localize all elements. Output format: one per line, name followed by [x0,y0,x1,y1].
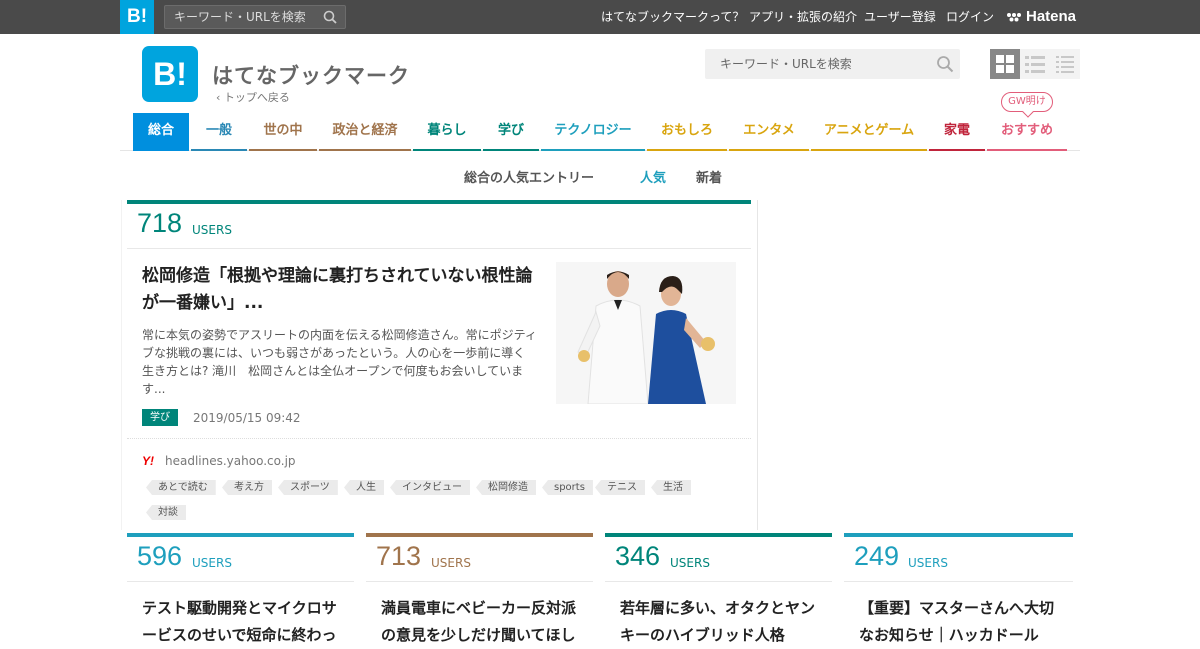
tag-item[interactable]: 松岡修造 [476,480,536,495]
entry-users-count[interactable]: 713 [376,541,421,572]
hatena-dots-icon [1007,13,1021,22]
main-search-input[interactable]: キーワード・URLを検索 [705,49,960,79]
entry-divider [844,581,1073,582]
main-search-placeholder: キーワード・URLを検索 [720,57,852,71]
entry-divider [366,581,593,582]
entry-title[interactable]: 満員電車にベビーカー反対派の意見を少しだけ聞いてほし [381,595,581,649]
global-search-placeholder: キーワード・URLを検索 [174,10,306,24]
entry-users-count[interactable]: 249 [854,541,899,572]
category-tab-fun[interactable]: おもしろ [647,113,727,151]
list-view-button[interactable] [1020,49,1050,79]
grid-view-icon [996,55,1014,73]
entry-users-label: USERS [192,556,232,570]
apps-link[interactable]: アプリ・拡張の紹介 [749,0,857,34]
category-tab-recommend[interactable]: おすすめ [987,113,1067,151]
entry-users-count[interactable]: 596 [137,541,182,572]
category-tab-general[interactable]: 総合 [133,113,189,151]
feature-divider [127,248,751,249]
global-search-input[interactable]: キーワード・URLを検索 [164,5,346,29]
new-tab[interactable]: 新着 [696,167,722,186]
entry-divider [605,581,832,582]
yahoo-favicon-icon: Y! [142,454,154,468]
entry-divider [127,581,354,582]
entry-card-bar [127,533,354,537]
entry-card-bar [844,533,1073,537]
signup-link[interactable]: ユーザー登録 [864,0,936,34]
entry-title[interactable]: 若年層に多い、オタクとヤンキーのハイブリッド人格 [620,595,820,649]
search-icon[interactable] [323,10,337,24]
hatena-bookmark-small-logo[interactable]: B! [120,0,154,34]
global-header: B! キーワード・URLを検索 はてなブックマークって？ アプリ・拡張の紹介 ユ… [0,0,1200,34]
popular-tab[interactable]: 人気 [640,167,666,186]
tag-item[interactable]: 生活 [651,480,691,495]
entry-card-bar [366,533,593,537]
feature-category-label[interactable]: 学び [142,409,178,426]
entry-users-count[interactable]: 346 [615,541,660,572]
grid-view-button[interactable] [990,49,1020,79]
feature-date: 2019/05/15 09:42 [193,411,301,425]
tag-item[interactable]: テニス [595,480,645,495]
category-tab-social[interactable]: 世の中 [249,113,317,151]
entry-title[interactable]: テスト駆動開発とマイクロサービスのせいで短命に終わっ [142,595,342,649]
search-icon[interactable] [936,55,954,73]
entry-users-label: USERS [908,556,948,570]
tag-item[interactable]: インタビュー [390,480,470,495]
feature-domain-link[interactable]: headlines.yahoo.co.jp [165,454,296,468]
feature-thumbnail-image[interactable] [556,262,736,404]
hatena-bookmark-logo[interactable]: B! [142,46,198,102]
list-view-icon [1025,56,1045,73]
hatena-logo-text: Hatena [1026,8,1077,25]
entry-title[interactable]: 【重要】マスターさんへ大切なお知らせ｜ハッカドール [859,595,1059,649]
entry-users-label: USERS [670,556,710,570]
entry-card-bar [605,533,832,537]
tag-item[interactable]: スポーツ [278,480,338,495]
hatena-logo[interactable]: Hatena [1006,0,1076,34]
category-tab-life[interactable]: 暮らし [413,113,481,151]
tag-item[interactable]: 考え方 [222,480,272,495]
feature-description: 常に本気の姿勢でアスリートの内面を伝える松岡修造さん。常にポジティブな挑戦の裏に… [142,328,537,396]
category-tab-it[interactable]: テクノロジー [541,113,645,151]
gw-badge: GW明け [1001,92,1053,112]
category-tab-economics[interactable]: 政治と経済 [319,113,411,151]
category-tab-game[interactable]: アニメとゲーム [811,113,927,151]
tag-item[interactable]: sports [542,480,593,495]
feature-users-count[interactable]: 718 [137,208,182,239]
feature-category-bar [127,200,751,204]
category-tab-entertainment[interactable]: エンタメ [729,113,809,151]
feature-title[interactable]: 松岡修造「根拠や理論に裏打ちされていない根性論が一番嫌い」... [142,263,544,317]
category-tab-ippan[interactable]: 一般 [191,113,247,151]
category-tab-kaden[interactable]: 家電 [929,113,985,151]
entry-users-label: USERS [431,556,471,570]
about-link[interactable]: はてなブックマークって？ [601,0,744,34]
tag-item[interactable]: あとで読む [146,480,216,495]
tag-item[interactable]: 対談 [146,505,186,520]
category-tab-knowledge[interactable]: 学び [483,113,539,151]
tag-item[interactable]: 人生 [344,480,384,495]
feature-dotted-divider [127,438,751,439]
compact-view-button[interactable] [1050,49,1080,79]
back-to-top-link[interactable]: ‹ トップへ戻る [216,89,290,105]
feature-users-label: USERS [192,223,232,237]
compact-list-icon [1056,56,1074,73]
section-heading: 総合の人気エントリー [464,171,595,186]
login-link[interactable]: ログイン [946,0,994,34]
site-title[interactable]: はてなブックマーク [212,60,410,90]
